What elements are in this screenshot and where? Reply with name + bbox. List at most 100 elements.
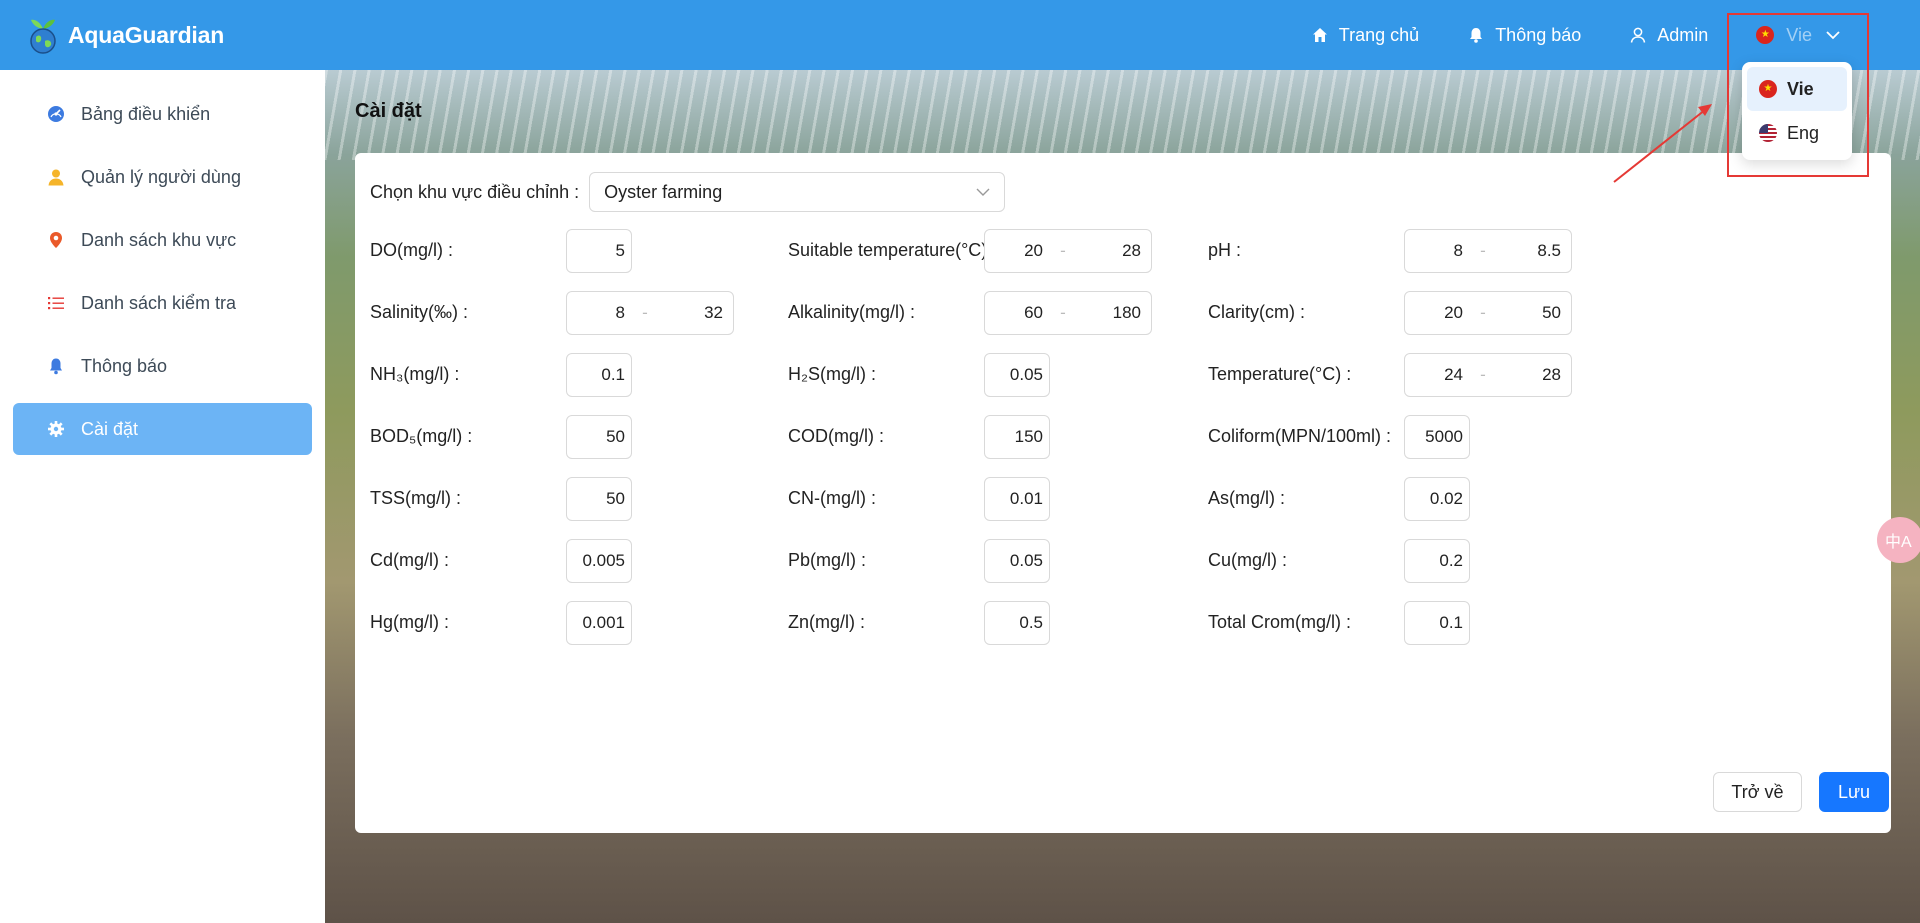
range-min-input[interactable]: 20 [1405, 303, 1463, 323]
zone-label: Chọn khu vực điều chỉnh : [370, 181, 580, 202]
param-range-input: 20-28 [984, 229, 1152, 273]
sidebar-item-label: Bảng điều khiển [81, 103, 211, 124]
param-label: Alkalinity(mg/l) : [788, 302, 916, 322]
range-separator: - [1480, 241, 1486, 260]
nav-admin-label: Admin [1657, 24, 1709, 45]
vietnam-flag-icon [1759, 80, 1777, 98]
param-label: Hg(mg/l) : [370, 612, 450, 632]
range-max-input[interactable]: 32 [665, 303, 723, 323]
param-label: Clarity(cm) : [1208, 302, 1305, 322]
param-label: Coliform(MPN/100ml) : [1208, 426, 1392, 446]
param-label: H₂S(mg/l) : [788, 364, 876, 384]
param-value-input[interactable]: 150 [984, 415, 1050, 459]
sidebar-item-settings[interactable]: Cài đặt [13, 403, 312, 455]
vietnam-flag-icon [1756, 26, 1775, 44]
param-value-input[interactable]: 0.005 [566, 539, 632, 583]
param-value-input[interactable]: 0.05 [984, 353, 1050, 397]
sidebar-item-label: Thông báo [81, 355, 168, 376]
range-separator: - [1060, 241, 1066, 260]
save-button[interactable]: Lưu [1819, 772, 1889, 812]
sidebar-item-checks[interactable]: Danh sách kiểm tra [13, 277, 312, 329]
param-value-input[interactable]: 50 [566, 477, 632, 521]
param-value-input[interactable]: 0.02 [1404, 477, 1470, 521]
language-option-vie[interactable]: Vie [1747, 67, 1847, 111]
param-label: Temperature(°C) : [1208, 364, 1352, 384]
zone-selector-row: Chọn khu vực điều chỉnh : Oyster farming [370, 172, 1006, 212]
param-field: H₂S(mg/l) : 0.05 [788, 353, 1188, 397]
sidebar-item-label: Cài đặt [81, 418, 139, 439]
sidebar-item-dashboard[interactable]: Bảng điều khiển [13, 88, 312, 140]
sidebar-item-notifications[interactable]: Thông báo [13, 340, 312, 392]
us-flag-icon [1759, 124, 1777, 142]
param-value-input[interactable]: 5 [566, 229, 632, 273]
app-logo[interactable]: AquaGuardian [28, 15, 224, 55]
param-range-input: 60-180 [984, 291, 1152, 335]
nav-home-label: Trang chủ [1338, 24, 1420, 45]
range-separator: - [642, 303, 648, 322]
sidebar-item-areas[interactable]: Danh sách khu vực [13, 214, 312, 266]
range-max-input[interactable]: 8.5 [1503, 241, 1561, 261]
sidebar-item-label: Quản lý người dùng [81, 166, 241, 187]
param-field: pH : 8-8.5 [1208, 229, 1608, 273]
param-value-input[interactable]: 0.1 [1404, 601, 1470, 645]
nav-notifications-label: Thông báo [1495, 24, 1582, 45]
param-value-input[interactable]: 50 [566, 415, 632, 459]
range-max-input[interactable]: 50 [1503, 303, 1561, 323]
range-min-input[interactable]: 24 [1405, 365, 1463, 385]
language-option-eng[interactable]: Eng [1747, 111, 1847, 155]
range-max-input[interactable]: 180 [1083, 303, 1141, 323]
gear-icon [48, 421, 64, 437]
param-field: Coliform(MPN/100ml) : 5000 [1208, 415, 1608, 459]
param-field: DO(mg/l) : 5 [370, 229, 770, 273]
param-field: Total Crom(mg/l) : 0.1 [1208, 601, 1608, 645]
param-value-input[interactable]: 5000 [1404, 415, 1470, 459]
param-value-input[interactable]: 0.01 [984, 477, 1050, 521]
translate-widget-button[interactable]: 中A [1877, 517, 1920, 563]
param-value-input[interactable]: 0.2 [1404, 539, 1470, 583]
nav-notifications[interactable]: Thông báo [1467, 25, 1581, 46]
top-header: AquaGuardian Trang chủ Thông báo Admin V… [0, 0, 1920, 70]
param-value-input[interactable]: 0.05 [984, 539, 1050, 583]
nav-admin[interactable]: Admin [1629, 25, 1708, 46]
range-separator: - [1480, 303, 1486, 322]
language-select[interactable]: Vie [1756, 25, 1840, 46]
bell-icon [1470, 28, 1483, 43]
language-option-label: Vie [1787, 78, 1814, 99]
param-label: Suitable temperature(°C) : [788, 240, 998, 260]
param-value-input[interactable]: 0.001 [566, 601, 632, 645]
param-value-input[interactable]: 0.5 [984, 601, 1050, 645]
range-max-input[interactable]: 28 [1503, 365, 1561, 385]
param-label: As(mg/l) : [1208, 488, 1286, 508]
param-field: BOD₅(mg/l) : 50 [370, 415, 770, 459]
param-field: Zn(mg/l) : 0.5 [788, 601, 1188, 645]
param-label: CN-(mg/l) : [788, 488, 876, 508]
range-min-input[interactable]: 8 [567, 303, 625, 323]
sidebar-item-label: Danh sách kiểm tra [81, 292, 237, 313]
range-min-input[interactable]: 8 [1405, 241, 1463, 261]
nav-home[interactable]: Trang chủ [1311, 25, 1419, 46]
param-field: NH₃(mg/l) : 0.1 [370, 353, 770, 397]
chevron-down-icon [976, 188, 990, 196]
param-field: Salinity(‰) : 8-32 [370, 291, 770, 335]
param-label: DO(mg/l) : [370, 240, 453, 260]
back-button[interactable]: Trở về [1713, 772, 1802, 812]
home-icon [1312, 28, 1327, 42]
range-max-input[interactable]: 28 [1083, 241, 1141, 261]
param-label: Cu(mg/l) : [1208, 550, 1288, 570]
range-min-input[interactable]: 60 [985, 303, 1043, 323]
param-field: COD(mg/l) : 150 [788, 415, 1188, 459]
param-value-input[interactable]: 0.1 [566, 353, 632, 397]
sidebar-item-label: Danh sách khu vực [81, 229, 237, 250]
param-field: Alkalinity(mg/l) : 60-180 [788, 291, 1188, 335]
range-separator: - [1060, 303, 1066, 322]
param-field: Clarity(cm) : 20-50 [1208, 291, 1608, 335]
sidebar-item-users[interactable]: Quản lý người dùng [13, 151, 312, 203]
page-title: Cài đặt [355, 100, 422, 122]
param-label: NH₃(mg/l) : [370, 364, 460, 384]
user-icon [1631, 27, 1646, 43]
range-min-input[interactable]: 20 [985, 241, 1043, 261]
settings-card: Chọn khu vực điều chỉnh : Oyster farming… [355, 153, 1891, 833]
param-field: Hg(mg/l) : 0.001 [370, 601, 770, 645]
param-label: COD(mg/l) : [788, 426, 884, 446]
zone-select[interactable]: Oyster farming [589, 172, 1006, 212]
